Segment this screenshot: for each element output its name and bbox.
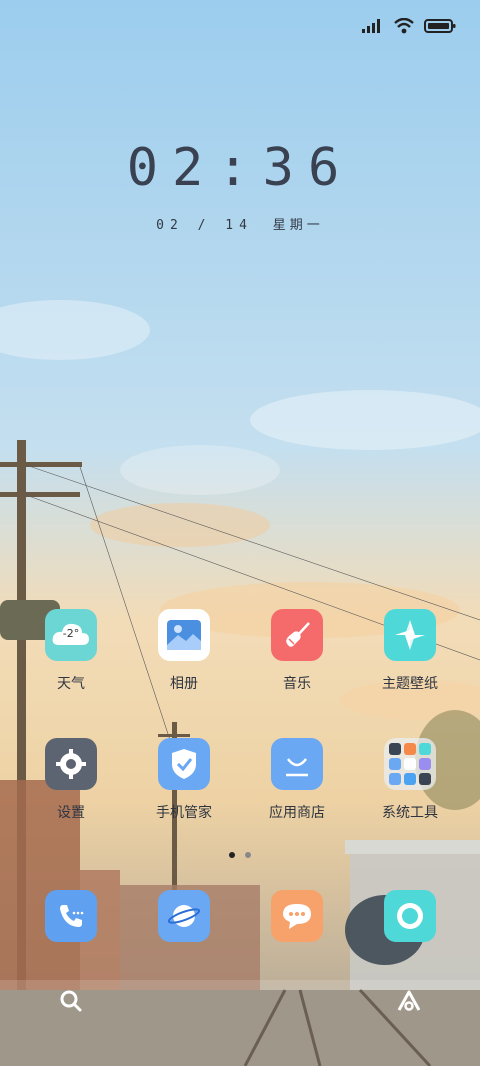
app-store-icon (271, 738, 323, 790)
app-label: 主题壁纸 (382, 676, 438, 692)
wifi-icon (394, 18, 414, 34)
weekday-text: 星期一 (272, 218, 324, 233)
weather-temp: -2° (62, 627, 80, 640)
app-label: 设置 (57, 805, 85, 821)
tool-icon (419, 743, 431, 755)
folder-system-tools[interactable]: 系统工具 (355, 738, 465, 822)
gallery-icon (158, 609, 210, 661)
app-label: 系统工具 (382, 805, 438, 821)
dock-browser[interactable] (129, 890, 239, 942)
tool-icon (389, 758, 401, 770)
app-label: 手机管家 (156, 805, 212, 821)
dock-messages[interactable] (242, 890, 352, 942)
assistant-icon[interactable] (394, 986, 424, 1020)
system-tools-folder-icon (384, 738, 436, 790)
tool-icon (389, 773, 401, 785)
app-phone-manager[interactable]: 手机管家 (129, 738, 239, 822)
tool-icon (389, 743, 401, 755)
camera-icon (384, 890, 436, 942)
app-music[interactable]: 音乐 (242, 609, 352, 693)
clock-time[interactable]: 02:36 (0, 138, 480, 198)
tool-icon (419, 758, 431, 770)
page-indicator (0, 852, 480, 858)
tool-icon (404, 773, 416, 785)
music-icon (271, 609, 323, 661)
battery-icon (424, 19, 456, 33)
app-label: 天气 (57, 676, 85, 692)
tool-icon (419, 773, 431, 785)
app-settings[interactable]: 设置 (16, 738, 126, 822)
browser-icon (158, 890, 210, 942)
settings-icon (45, 738, 97, 790)
status-bar (362, 18, 456, 34)
dock-camera[interactable] (355, 890, 465, 942)
app-label: 应用商店 (269, 805, 325, 821)
phone-icon (45, 890, 97, 942)
signal-icon (362, 19, 380, 33)
page-dot-active[interactable] (229, 852, 235, 858)
tool-icon (404, 758, 416, 770)
messages-icon (271, 890, 323, 942)
theme-icon (384, 609, 436, 661)
app-store[interactable]: 应用商店 (242, 738, 352, 822)
app-weather[interactable]: -2° 天气 (16, 609, 126, 693)
date-text: 02 / 14 (156, 218, 253, 233)
weather-icon: -2° (45, 609, 97, 661)
app-label: 相册 (170, 676, 198, 692)
dock-phone[interactable] (16, 890, 126, 942)
search-icon[interactable] (56, 986, 86, 1020)
clock-date: 02 / 14 星期一 (0, 214, 480, 233)
page-dot[interactable] (245, 852, 251, 858)
phone-manager-icon (158, 738, 210, 790)
app-label: 音乐 (283, 676, 311, 692)
app-gallery[interactable]: 相册 (129, 609, 239, 693)
app-theme[interactable]: 主题壁纸 (355, 609, 465, 693)
tool-icon (404, 743, 416, 755)
